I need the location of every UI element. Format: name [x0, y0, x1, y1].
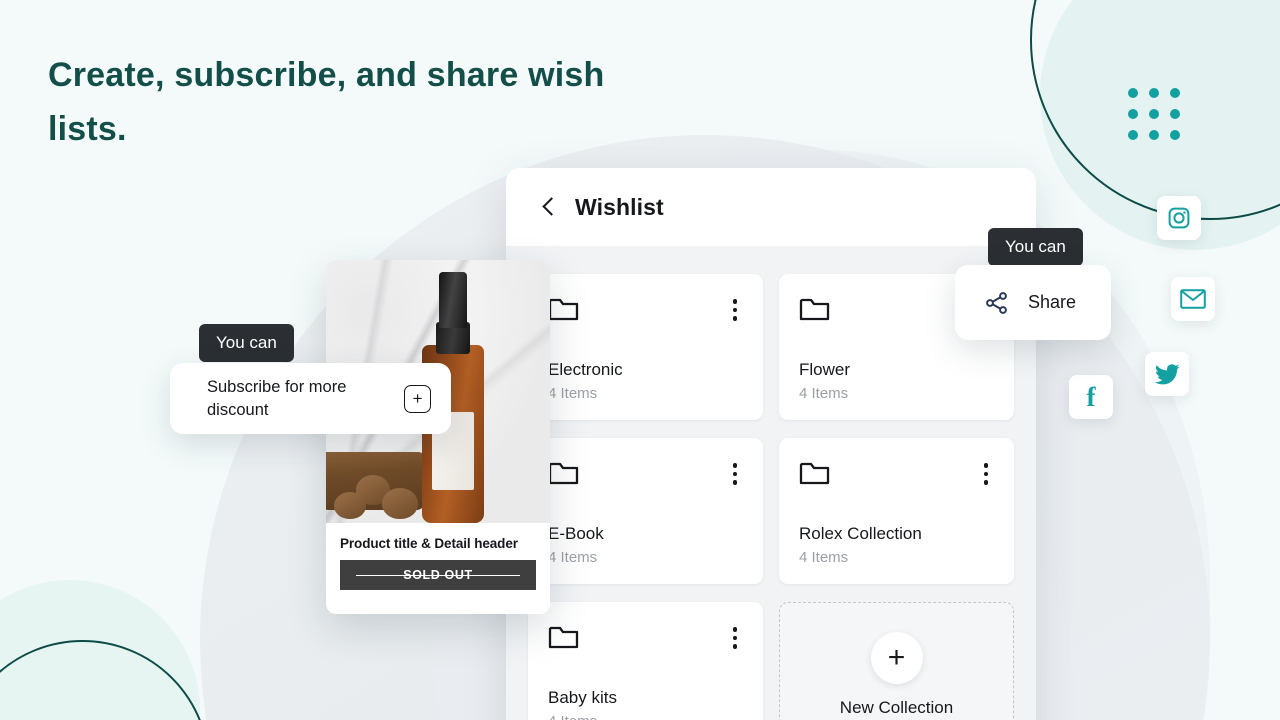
card-top: [548, 460, 743, 488]
card-text: Flower 4 Items: [799, 359, 994, 402]
card-top: [799, 460, 994, 488]
subscribe-badge: You can: [199, 324, 294, 362]
grid-dot: [1149, 88, 1159, 98]
collection-name: E-Book: [548, 523, 604, 543]
collection-count: 4 Items: [799, 385, 849, 402]
wishlist-app-panel: Wishlist Electronic 4 Items Flower 4 Ite…: [506, 168, 1036, 720]
social-button-email[interactable]: [1171, 277, 1215, 321]
grid-dot: [1170, 130, 1180, 140]
subscribe-tooltip-card[interactable]: Subscribe for more discount +: [170, 363, 451, 434]
folder-icon: [799, 462, 830, 485]
grid-dot: [1128, 109, 1138, 119]
grid-dot: [1170, 88, 1180, 98]
bottle-cap: [439, 272, 467, 328]
collection-name: Flower: [799, 359, 851, 379]
grid-dot: [1128, 130, 1138, 140]
plus-square-icon[interactable]: +: [404, 384, 431, 413]
envelope-icon: [1180, 289, 1206, 309]
grid-dot: [1128, 88, 1138, 98]
folder-icon: [799, 298, 830, 321]
sold-out-button[interactable]: SOLD OUT: [340, 560, 536, 590]
decorative-ring-bottom-left: [0, 640, 210, 720]
collection-count: 4 Items: [548, 549, 598, 566]
collection-name: Electronic: [548, 359, 623, 379]
chevron-left-icon[interactable]: [542, 196, 555, 218]
collection-count: 4 Items: [548, 385, 598, 402]
card-top: [548, 624, 743, 652]
social-button-facebook[interactable]: f: [1069, 375, 1113, 419]
collection-count: 4 Items: [799, 549, 849, 566]
card-top: [548, 296, 743, 324]
new-collection-card[interactable]: + New Collection: [779, 602, 1014, 720]
product-title: Product title & Detail header: [340, 536, 518, 551]
card-text: Baby kits 4 Items: [548, 687, 743, 720]
decorative-ring-top-right: [1030, 0, 1280, 220]
folder-icon: [548, 626, 579, 649]
collection-card-ebook[interactable]: E-Book 4 Items: [528, 438, 763, 584]
card-text: E-Book 4 Items: [548, 523, 743, 566]
folder-icon: [548, 298, 579, 321]
share-tooltip-card[interactable]: Share: [955, 265, 1111, 340]
grid-dot: [1149, 130, 1159, 140]
plus-icon[interactable]: +: [870, 632, 923, 684]
new-collection-label: New Collection: [839, 698, 954, 717]
folder-icon: [548, 462, 579, 485]
grid-dot: [1149, 109, 1159, 119]
card-text: Electronic 4 Items: [548, 359, 743, 402]
acorn-decor: [334, 492, 366, 519]
subscribe-text: Subscribe for more discount: [207, 378, 347, 419]
card-text: Rolex Collection 4 Items: [799, 523, 994, 566]
kebab-menu-icon[interactable]: [978, 460, 995, 488]
instagram-icon: [1168, 207, 1190, 229]
social-button-instagram[interactable]: [1157, 196, 1201, 240]
kebab-menu-icon[interactable]: [727, 624, 744, 652]
collection-card-electronic[interactable]: Electronic 4 Items: [528, 274, 763, 420]
page-headline: Create, subscribe, and share wish lists.: [48, 56, 605, 149]
share-badge: You can: [988, 228, 1083, 266]
share-label: Share: [1028, 292, 1077, 312]
decorative-dot-grid: [1128, 88, 1180, 140]
grid-dot: [1170, 109, 1180, 119]
decorative-mint-circle-bottom-left: [0, 580, 200, 720]
collection-card-rolex[interactable]: Rolex Collection 4 Items: [779, 438, 1014, 584]
kebab-menu-icon[interactable]: [727, 460, 744, 488]
collection-grid: Electronic 4 Items Flower 4 Items E-Book…: [528, 274, 1014, 720]
product-card[interactable]: Product title & Detail header SOLD OUT: [326, 260, 550, 614]
app-header: Wishlist: [506, 168, 1036, 246]
collection-count: 4 Items: [548, 713, 743, 720]
collection-card-baby-kits[interactable]: Baby kits 4 Items: [528, 602, 763, 720]
acorn-decor: [382, 488, 418, 519]
facebook-icon: f: [1086, 381, 1096, 412]
app-title: Wishlist: [575, 193, 664, 220]
twitter-bird-icon: [1154, 363, 1179, 384]
collection-name: Rolex Collection: [799, 523, 922, 543]
share-nodes-icon: [986, 291, 1007, 314]
social-button-twitter[interactable]: [1145, 352, 1189, 396]
collection-name: Baby kits: [548, 687, 617, 707]
kebab-menu-icon[interactable]: [727, 296, 744, 324]
